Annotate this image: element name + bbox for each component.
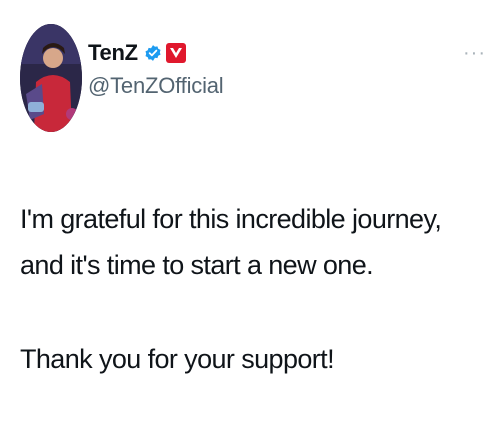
display-name[interactable]: TenZ (88, 40, 138, 66)
verified-badge-icon (145, 45, 161, 61)
author-name-row: TenZ (88, 38, 186, 68)
tweet-text-paragraph: I'm grateful for this incredible journey… (20, 204, 442, 280)
team-affiliate-badge-icon[interactable] (165, 43, 186, 63)
tweet-text: I'm grateful for this incredible journey… (20, 196, 490, 382)
team-logo-icon (169, 48, 182, 58)
user-handle[interactable]: @TenZOfficial (88, 73, 224, 99)
tweet-card: TenZ @TenZOfficial ··· I'm grateful for … (0, 0, 500, 440)
avatar-photo (20, 24, 82, 132)
avatar[interactable] (20, 24, 82, 132)
tweet-text-paragraph: Thank you for your support! (20, 344, 335, 374)
more-options-icon[interactable]: ··· (463, 42, 486, 65)
